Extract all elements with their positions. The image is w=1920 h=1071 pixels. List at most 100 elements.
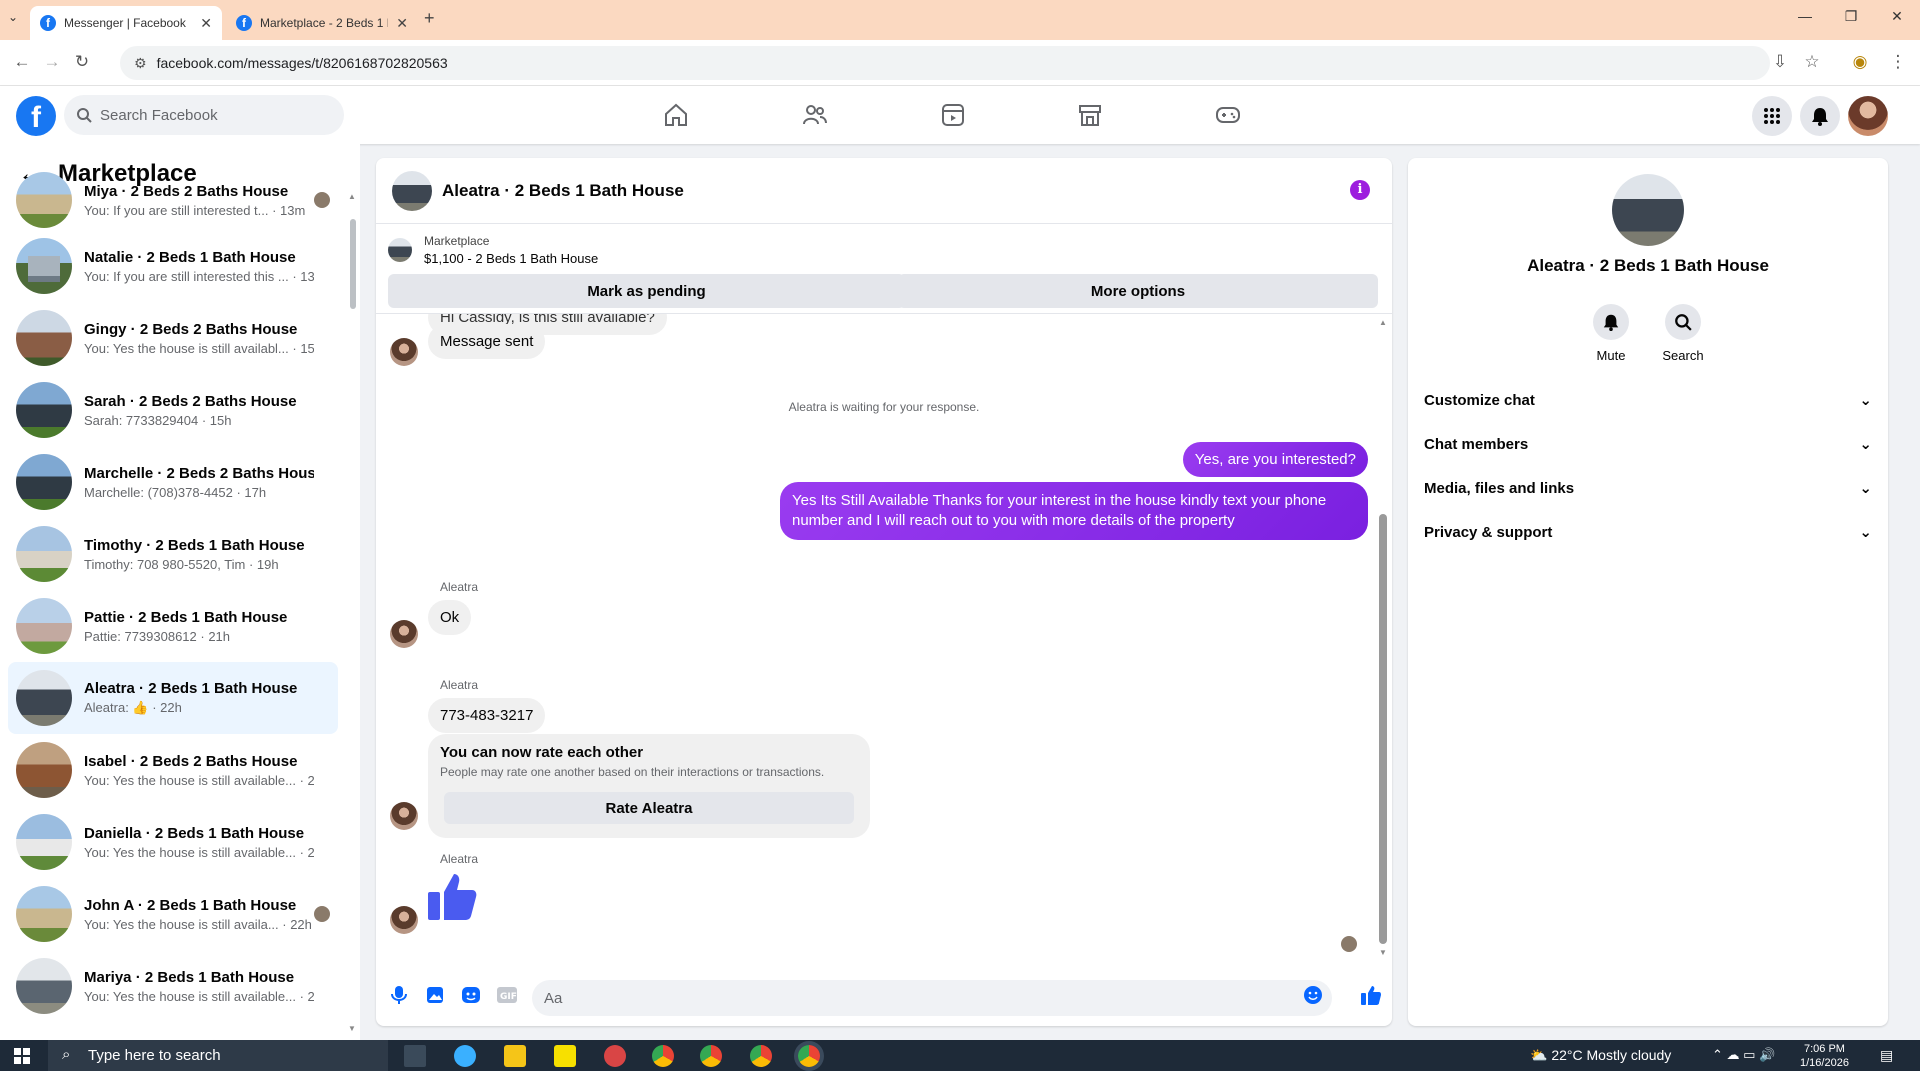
- sticky-notes-icon[interactable]: [554, 1045, 576, 1067]
- message-thread: Hi Cassidy, is this still available? Mes…: [376, 314, 1392, 964]
- notifications-bell-icon[interactable]: [1800, 96, 1840, 136]
- listing-thumbnail: [16, 814, 72, 870]
- photo-icon[interactable]: [424, 984, 446, 1006]
- home-icon[interactable]: [661, 100, 691, 130]
- restore-icon[interactable]: ❐: [1828, 8, 1874, 25]
- conversation-item[interactable]: Miya · 2 Beds 2 Baths House You: If you a…: [8, 170, 338, 230]
- listing-thumbnail: [16, 382, 72, 438]
- clock-date: 1/16/2026: [1800, 1057, 1849, 1069]
- weather-widget[interactable]: ⛅ 22°C Mostly cloudy: [1530, 1047, 1671, 1064]
- url-text: facebook.com/messages/t/8206168702820563: [156, 55, 448, 71]
- tab-search-chevron-icon[interactable]: ⌄: [8, 10, 18, 24]
- account-avatar[interactable]: [1848, 96, 1888, 136]
- menu-grid-icon[interactable]: [1752, 96, 1792, 136]
- windows-start-icon[interactable]: [14, 1048, 30, 1064]
- conversation-item[interactable]: Mariya · 2 Beds 1 Bath House You: Yes the…: [8, 950, 338, 1022]
- conversation-item[interactable]: Timothy · 2 Beds 1 Bath House Timothy: 70…: [8, 518, 338, 590]
- scroll-down-arrow-icon[interactable]: ▼: [1379, 948, 1387, 957]
- info-icon[interactable]: i: [1350, 180, 1370, 200]
- media-files-links-row[interactable]: Media, files and links ⌄: [1424, 470, 1872, 506]
- close-tab-icon[interactable]: ✕: [396, 15, 408, 32]
- bookmark-star-icon[interactable]: ☆: [1800, 52, 1824, 72]
- gif-icon[interactable]: GIF: [496, 984, 518, 1006]
- marketplace-label: Marketplace: [424, 234, 490, 248]
- video-icon[interactable]: [938, 100, 968, 130]
- close-window-icon[interactable]: ✕: [1874, 8, 1920, 25]
- chrome-icon[interactable]: [652, 1045, 674, 1067]
- copilot-icon[interactable]: [454, 1045, 476, 1067]
- message-bubble-incoming: Ok: [428, 600, 472, 635]
- tab-messenger[interactable]: f Messenger | Facebook ✕: [30, 6, 222, 40]
- url-field[interactable]: ⚙ facebook.com/messages/t/82061687028205…: [120, 46, 1770, 80]
- search-in-conversation-button[interactable]: Search: [1648, 304, 1718, 363]
- listing-price-title[interactable]: $1,100 - 2 Beds 1 Bath House: [424, 251, 598, 266]
- conversation-item[interactable]: Pattie · 2 Beds 1 Bath House Pattie: 7739…: [8, 590, 338, 662]
- back-icon[interactable]: ←: [10, 52, 34, 72]
- chrome-icon[interactable]: [700, 1045, 722, 1067]
- tab-marketplace[interactable]: f Marketplace - 2 Beds 1 Bath Ho ✕: [226, 6, 418, 40]
- scroll-down-arrow-icon[interactable]: ▼: [348, 1024, 356, 1033]
- close-tab-icon[interactable]: ✕: [200, 15, 212, 32]
- notification-center-icon[interactable]: ▤: [1880, 1047, 1893, 1064]
- install-app-icon[interactable]: ⇩: [1768, 52, 1792, 72]
- reload-icon[interactable]: ↻: [70, 52, 94, 72]
- conversation-item[interactable]: John A · 2 Beds 1 Bath House You: Yes the…: [8, 878, 338, 950]
- site-info-icon[interactable]: ⚙: [134, 55, 147, 72]
- row-label: Media, files and links: [1424, 479, 1575, 497]
- privacy-support-row[interactable]: Privacy & support ⌄: [1424, 514, 1872, 550]
- taskbar-search-box[interactable]: ⌕ Type here to search: [48, 1040, 388, 1071]
- facebook-favicon-icon: f: [236, 15, 252, 31]
- emoji-icon[interactable]: [1302, 984, 1324, 1006]
- conversation-item[interactable]: Gingy · 2 Beds 2 Baths House You: Yes the…: [8, 302, 338, 374]
- forward-icon[interactable]: →: [40, 52, 64, 72]
- app-icon[interactable]: [604, 1045, 626, 1067]
- minimize-icon[interactable]: —: [1782, 8, 1828, 24]
- conversation-item-selected[interactable]: Aleatra · 2 Beds 1 Bath House Aleatra: 👍 …: [8, 662, 338, 734]
- conversation-item[interactable]: Isabel · 2 Beds 2 Baths House You: Yes th…: [8, 734, 338, 806]
- info-listing-thumbnail[interactable]: [1612, 174, 1684, 246]
- microphone-icon[interactable]: [388, 984, 410, 1006]
- scroll-up-arrow-icon[interactable]: ▲: [1379, 318, 1387, 327]
- chevron-down-icon: ⌄: [1859, 524, 1872, 541]
- conversation-preview: Pattie: 7739308612 · 21h: [84, 628, 231, 644]
- row-label: Chat members: [1424, 435, 1529, 453]
- file-explorer-icon[interactable]: [504, 1045, 526, 1067]
- conversation-preview: Aleatra: 👍 · 22h: [84, 700, 182, 715]
- facebook-logo-icon[interactable]: f: [16, 96, 56, 136]
- windows-taskbar: ⌕ Type here to search ⛅ 22°C Mostly clou…: [0, 1040, 1920, 1071]
- chrome-icon[interactable]: [750, 1045, 772, 1067]
- chat-title[interactable]: Aleatra · 2 Beds 1 Bath House: [442, 181, 684, 201]
- mute-button[interactable]: Mute: [1576, 304, 1646, 363]
- marketplace-icon[interactable]: [1075, 100, 1105, 130]
- conversation-item[interactable]: Daniella · 2 Beds 1 Bath House You: Yes t…: [8, 806, 338, 878]
- more-options-button[interactable]: More options: [898, 274, 1378, 308]
- new-tab-icon[interactable]: +: [424, 8, 435, 29]
- facebook-header: f Search Facebook: [0, 86, 1920, 144]
- browser-menu-icon[interactable]: ⋮: [1886, 52, 1910, 72]
- conversation-name: Sarah · 2 Beds 2 Baths House: [84, 392, 297, 410]
- customize-chat-row[interactable]: Customize chat ⌄: [1424, 382, 1872, 418]
- clock[interactable]: 7:06 PM 1/16/2026: [1800, 1042, 1849, 1070]
- mark-as-pending-button[interactable]: Mark as pending: [388, 274, 905, 308]
- cloudy-weather-icon: ⛅: [1530, 1047, 1548, 1063]
- chat-members-row[interactable]: Chat members ⌄: [1424, 426, 1872, 462]
- chrome-active-icon[interactable]: [798, 1045, 820, 1067]
- chat-scrollbar[interactable]: [1379, 514, 1387, 944]
- rate-aleatra-button[interactable]: Rate Aleatra: [444, 792, 854, 824]
- sidebar-scrollbar[interactable]: [350, 219, 356, 309]
- conversation-item[interactable]: Sarah · 2 Beds 2 Baths House Sarah: 77338…: [8, 374, 338, 446]
- listing-mini-thumbnail[interactable]: [388, 238, 412, 262]
- gaming-icon[interactable]: [1213, 100, 1243, 130]
- task-view-icon[interactable]: [404, 1045, 426, 1067]
- sticker-icon[interactable]: [460, 984, 482, 1006]
- profile-icon[interactable]: ◉: [1848, 52, 1872, 72]
- message-input[interactable]: [532, 980, 1332, 1016]
- system-tray-icons[interactable]: ⌃ ☁ ▭ 🔊: [1712, 1047, 1775, 1063]
- friends-icon[interactable]: [800, 100, 830, 130]
- scroll-up-arrow-icon[interactable]: ▲: [348, 192, 356, 201]
- conversation-item[interactable]: Marchelle · 2 Beds 2 Baths House Marchell…: [8, 446, 338, 518]
- like-button-icon[interactable]: [1360, 984, 1382, 1006]
- facebook-search-input[interactable]: Search Facebook: [64, 95, 344, 135]
- conversation-item[interactable]: Natalie · 2 Beds 1 Bath House You: If you…: [8, 230, 338, 302]
- chat-listing-thumbnail[interactable]: [392, 170, 432, 211]
